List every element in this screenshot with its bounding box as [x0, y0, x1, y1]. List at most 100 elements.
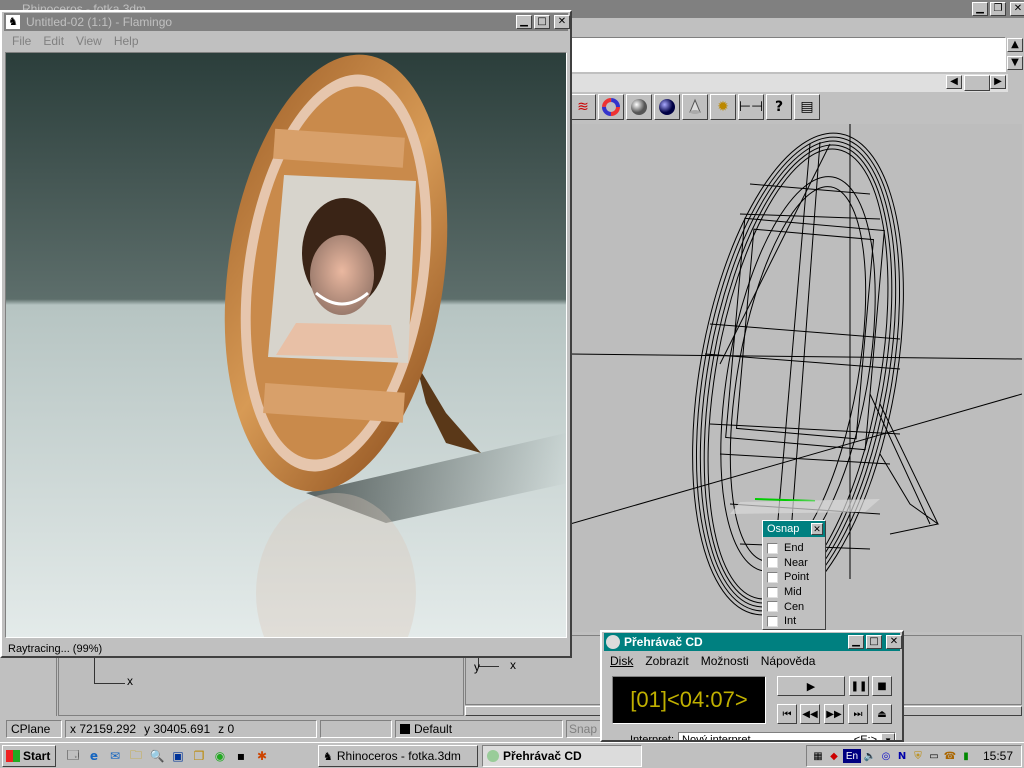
- osnap-cen-checkbox[interactable]: [767, 601, 778, 613]
- taskbar-task-cdplayer[interactable]: Přehrávač CD: [482, 745, 642, 767]
- flamingo-app-icon: ♞: [6, 15, 20, 29]
- cd-pause-button[interactable]: ❚❚: [849, 676, 869, 696]
- menu-edit[interactable]: Edit: [43, 34, 64, 48]
- scroll-up-button[interactable]: ▲: [1007, 38, 1023, 52]
- cd-task-icon: [487, 750, 499, 762]
- outlook-icon[interactable]: ✉: [106, 747, 124, 765]
- cd-artist-dropdown-icon[interactable]: ▼: [881, 733, 896, 740]
- color-wheel-icon[interactable]: [598, 94, 624, 120]
- start-button[interactable]: Start: [2, 745, 56, 767]
- osnap-mid[interactable]: Mid: [763, 585, 825, 600]
- osnap-title-bar[interactable]: Osnap ✕: [763, 521, 825, 537]
- osnap-end[interactable]: End: [763, 541, 825, 556]
- osnap-int[interactable]: Int: [763, 614, 825, 629]
- layer-color-swatch: [400, 724, 410, 734]
- cd-stop-button[interactable]: ■: [872, 676, 892, 696]
- tray-scheduler-icon[interactable]: ▦: [811, 749, 825, 763]
- scroll-down-button[interactable]: ▼: [1007, 56, 1023, 70]
- rhino-close-button[interactable]: ✕: [1010, 2, 1024, 16]
- hscroll-right-button[interactable]: ▶: [990, 75, 1006, 89]
- flamingo-title-bar[interactable]: ♞ Untitled-02 (1:1) - Flamingo: [4, 13, 568, 31]
- cd-menu-disk[interactable]: Disk: [610, 654, 633, 668]
- cd-menu-view[interactable]: Zobrazit: [645, 654, 688, 668]
- cd-prev-track-button[interactable]: ⏮: [777, 704, 797, 724]
- monitor-icon[interactable]: ▪: [232, 747, 250, 765]
- tray-network-icon[interactable]: ◎: [879, 749, 893, 763]
- cd-play-button[interactable]: ▶: [777, 676, 845, 696]
- menu-file[interactable]: File: [12, 34, 31, 48]
- cd-minimize-button[interactable]: ▁: [848, 635, 864, 649]
- cd-forward-button[interactable]: ▶▶: [824, 704, 844, 724]
- cd-maximize-button[interactable]: □: [866, 635, 882, 649]
- rhino-command-area[interactable]: [570, 37, 1006, 72]
- render-canvas[interactable]: [5, 52, 567, 638]
- cd-artist-label: Interpret:: [630, 734, 675, 742]
- cd-menu-help[interactable]: Nápověda: [761, 654, 816, 668]
- tray-volume-icon[interactable]: 🔈: [863, 749, 877, 763]
- cd-eject-button[interactable]: ⏏: [872, 704, 892, 724]
- gear-icon[interactable]: ✹: [710, 94, 736, 120]
- clock[interactable]: 15:57: [983, 749, 1013, 763]
- cd-player-window: Přehrávač CD ▁ □ ✕ Disk Zobrazit Možnost…: [600, 630, 904, 742]
- copy-icon[interactable]: ❐: [190, 747, 208, 765]
- internet-explorer-icon[interactable]: e: [85, 747, 103, 765]
- layers-icon[interactable]: ≋: [570, 94, 596, 120]
- cplane-field[interactable]: CPlane: [6, 720, 62, 738]
- save-disk-icon[interactable]: ▣: [169, 747, 187, 765]
- tray-shield-icon[interactable]: ⛨: [911, 749, 925, 763]
- help-icon[interactable]: ?: [766, 94, 792, 120]
- hscroll-thumb[interactable]: [964, 75, 990, 91]
- osnap-int-checkbox[interactable]: [767, 615, 778, 627]
- flamingo-close-button[interactable]: ✕: [554, 15, 570, 29]
- gray-sphere-icon[interactable]: [626, 94, 652, 120]
- osnap-point-checkbox[interactable]: [767, 571, 778, 583]
- flamingo-maximize-button[interactable]: □: [534, 15, 550, 29]
- cd-rewind-button[interactable]: ◀◀: [800, 704, 820, 724]
- osnap-mid-checkbox[interactable]: [767, 586, 778, 598]
- layer-name: Default: [414, 722, 453, 736]
- tray-display-icon[interactable]: ▭: [927, 749, 941, 763]
- taskbar-task-rhino[interactable]: ♞ Rhinoceros - fotka.3dm: [318, 745, 478, 767]
- cd-artist-select[interactable]: Nový interpret <E:> ▼: [678, 732, 897, 740]
- menu-help[interactable]: Help: [114, 34, 139, 48]
- cd-player-quick-icon[interactable]: ◉: [211, 747, 229, 765]
- osnap-point[interactable]: Point: [763, 570, 825, 585]
- flamingo-minimize-button[interactable]: ▁: [516, 15, 532, 29]
- blue-sphere-icon[interactable]: [654, 94, 680, 120]
- osnap-end-checkbox[interactable]: [767, 542, 778, 554]
- cone-light-icon[interactable]: [682, 94, 708, 120]
- tool-icon[interactable]: ✱: [253, 747, 271, 765]
- rhino-render-toolbar: ≋ ✹ ⊢⊣ ? ▤: [570, 94, 830, 122]
- menu-view[interactable]: View: [76, 34, 102, 48]
- tray-language-icon[interactable]: En: [843, 749, 861, 763]
- quick-launch: 🗔 e ✉ 🗀 🔍 ▣ ❐ ◉ ▪ ✱: [64, 747, 271, 765]
- osnap-panel: Osnap ✕ End Near Point Mid Cen Int: [762, 520, 826, 630]
- tray-phone-icon[interactable]: ☎: [943, 749, 957, 763]
- layer-field[interactable]: Default: [395, 720, 563, 738]
- osnap-cen[interactable]: Cen: [763, 599, 825, 614]
- tray-color-icon[interactable]: ◆: [827, 749, 841, 763]
- cd-title: Přehrávač CD: [624, 635, 703, 649]
- flamingo-window: ♞ Untitled-02 (1:1) - Flamingo ▁ □ ✕ Fil…: [0, 10, 572, 658]
- rhino-minimize-button[interactable]: ▁: [972, 2, 988, 16]
- top-viewport[interactable]: x: [58, 656, 464, 716]
- show-desktop-icon[interactable]: 🗔: [64, 747, 82, 765]
- tray-monitor-icon[interactable]: ▮: [959, 749, 973, 763]
- hscroll-left-button[interactable]: ◀: [946, 75, 962, 89]
- cd-menu-options[interactable]: Možnosti: [701, 654, 749, 668]
- osnap-close-button[interactable]: ✕: [811, 523, 823, 535]
- find-icon[interactable]: 🔍: [148, 747, 166, 765]
- coordinates-field: x 72159.292 y 30405.691 z 0: [65, 720, 317, 738]
- osnap-near[interactable]: Near: [763, 556, 825, 571]
- osnap-near-checkbox[interactable]: [767, 557, 778, 569]
- tray-norton-icon[interactable]: N: [895, 749, 909, 763]
- dimension-icon[interactable]: ⊢⊣: [738, 94, 764, 120]
- cd-next-track-button[interactable]: ⏭: [848, 704, 868, 724]
- explorer-icon[interactable]: 🗀: [127, 747, 145, 765]
- top-axis-x-label: x: [127, 674, 133, 688]
- cd-close-button[interactable]: ✕: [886, 635, 902, 649]
- properties-icon[interactable]: ▤: [794, 94, 820, 120]
- coord-z: z 0: [218, 722, 235, 736]
- rhino-restore-button[interactable]: ❐: [990, 2, 1006, 16]
- rhino-hscrollbar[interactable]: ◀ ▶: [570, 74, 1008, 92]
